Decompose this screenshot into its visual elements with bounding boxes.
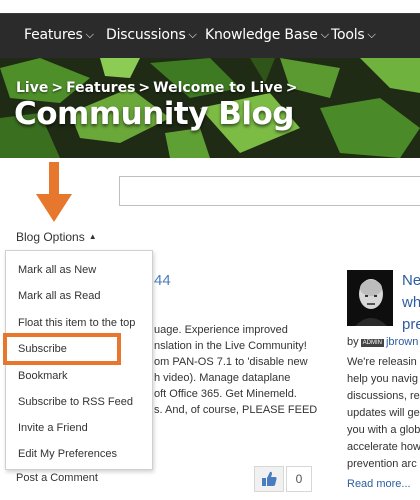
breadcrumb-link-welcome[interactable]: Welcome to Live (153, 80, 283, 96)
kudos-count: 0 (286, 466, 312, 492)
post-title-fragment[interactable]: 44 (154, 272, 171, 289)
author-link[interactable]: jbrown (386, 336, 418, 348)
post-excerpt-line: nslation in the Live Community! (154, 340, 307, 352)
right-post-excerpt-line: help you navig (347, 373, 418, 385)
thumbs-up-icon (262, 471, 277, 486)
caret-up-icon: ▲ (88, 232, 97, 241)
chevron-down-icon: ⌵ (188, 28, 197, 41)
post-excerpt-line: om PAN-OS 7.1 to 'disable new (154, 356, 308, 368)
subscribe-highlight-box (3, 333, 121, 365)
menu-item-mark-all-read[interactable]: Mark all as Read (18, 290, 101, 302)
menu-item-mark-all-new[interactable]: Mark all as New (18, 264, 96, 276)
search-input[interactable] (119, 176, 420, 206)
byline: by ADMIN jbrown (347, 336, 419, 348)
menu-item-bookmark[interactable]: Bookmark (18, 370, 68, 382)
menu-item-edit-preferences[interactable]: Edit My Preferences (18, 448, 117, 460)
nav-item-knowledge-base[interactable]: Knowledge Base ⌵ (205, 27, 329, 43)
author-avatar[interactable] (347, 270, 393, 326)
post-excerpt-line: uage. Experience improved (154, 324, 288, 336)
menu-item-subscribe-rss[interactable]: Subscribe to RSS Feed (18, 396, 133, 408)
right-post-title-line[interactable]: Ne (402, 272, 420, 289)
right-post-excerpt-line: discussions, re (347, 390, 420, 402)
right-post-title-line[interactable]: wh (402, 294, 420, 311)
page-title: Community Blog (14, 96, 294, 132)
post-excerpt-line: h video). Manage dataplane (154, 372, 291, 384)
right-post-excerpt-line: accelerate how (347, 441, 420, 453)
nav-item-features[interactable]: Features ⌵ (24, 27, 94, 43)
right-post-excerpt-line: We're releasin (347, 356, 417, 368)
post-excerpt-line: oft Office 365. Get Minemeld. (154, 388, 297, 400)
down-arrow-annotation-icon (36, 162, 72, 222)
right-post-excerpt-line: you with a glob (347, 424, 420, 436)
top-navigation-bar: Features ⌵ Discussions ⌵ Knowledge Base ⌵ T… (0, 0, 420, 58)
chevron-down-icon: ⌵ (367, 28, 376, 41)
blog-options-button[interactable]: Blog Options ▲ (16, 230, 97, 244)
breadcrumb-link-live[interactable]: Live (16, 80, 48, 96)
chevron-down-icon: ⌵ (320, 28, 329, 41)
nav-item-tools[interactable]: Tools ⌵ (331, 27, 376, 43)
post-comment-link[interactable]: Post a Comment (16, 472, 98, 484)
admin-badge: ADMIN (360, 339, 384, 347)
read-more-link[interactable]: Read more... (347, 478, 411, 490)
kudos-button[interactable] (254, 466, 284, 492)
right-post-title-line[interactable]: pre (402, 316, 420, 333)
menu-item-float-to-top[interactable]: Float this item to the top (18, 317, 135, 329)
chevron-down-icon: ⌵ (85, 28, 94, 41)
menu-item-invite-friend[interactable]: Invite a Friend (18, 422, 88, 434)
breadcrumb-link-features[interactable]: Features (66, 80, 135, 96)
right-post-excerpt-line: prevention arc (347, 458, 417, 470)
breadcrumb: Live > Features > Welcome to Live > (16, 80, 298, 96)
post-excerpt-line: s. And, of course, PLEASE FEED (154, 404, 318, 416)
right-post-excerpt-line: updates will ge (347, 407, 420, 419)
top-strip (0, 0, 420, 14)
nav-item-discussions[interactable]: Discussions ⌵ (106, 27, 197, 43)
